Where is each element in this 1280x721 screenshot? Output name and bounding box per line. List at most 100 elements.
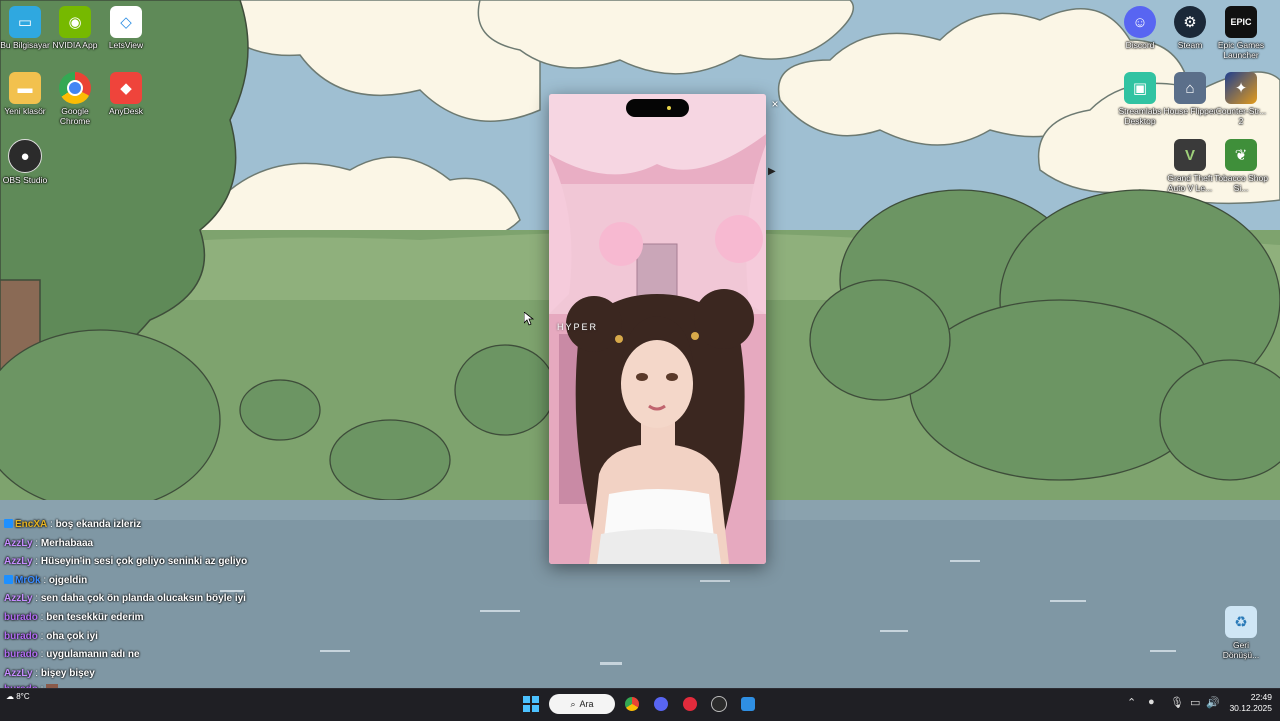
desktop-icon-streamlabs[interactable]: ▣ Streamlabs Desktop — [1113, 72, 1167, 126]
discord-icon — [654, 697, 668, 711]
tray-app-icon[interactable]: ● — [1148, 696, 1155, 708]
chat-message: AzzLy : bişey bişey — [4, 667, 95, 679]
desktop-icon-label: AnyDesk — [108, 106, 143, 116]
desktop-icon-letsview[interactable]: ◇ LetsView — [99, 6, 153, 50]
anydesk-icon: ◆ — [110, 72, 142, 104]
chrome-icon — [59, 72, 91, 104]
desktop-icon-label: Google Chrome — [59, 106, 91, 126]
network-icon[interactable]: ▭ — [1190, 696, 1200, 709]
recycle-bin-icon: ♻ — [1225, 606, 1257, 638]
chat-username: burado — [4, 630, 38, 642]
weather-widget[interactable]: ☁ 8°C — [6, 692, 30, 701]
windows-icon — [523, 696, 539, 712]
desktop-icon-label: OBS Studio — [2, 175, 48, 185]
desktop-icon-label: Discord — [1125, 40, 1155, 50]
microphone-icon[interactable]: 🎙 — [1170, 696, 1184, 709]
stream-chat-overlay: EncXA : boş ekanda izleriz AzzLy : Merha… — [4, 516, 424, 711]
desktop-icon-label: Bu Bilgisayar — [0, 40, 50, 50]
steam-icon: ⚙ — [1174, 6, 1206, 38]
chat-message: burado : oha çok iyi — [4, 630, 98, 642]
taskbar-search[interactable]: ⌕ Ara — [549, 694, 615, 714]
desktop-icon-label: Grand Theft Auto V Le... — [1167, 173, 1213, 193]
phone-mirror-window[interactable]: HYPER — [549, 94, 766, 564]
taskbar-media-app[interactable] — [679, 694, 701, 714]
chat-message: AzzLy : sen daha çok ön planda olucaksın… — [4, 593, 246, 605]
desktop-icon-obs-studio[interactable]: ● OBS Studio — [0, 139, 52, 185]
desktop-icon-new-folder[interactable]: ▬ Yeni klasör — [0, 72, 52, 116]
taskbar-letsview[interactable] — [737, 694, 759, 714]
desktop-icon-gta-v[interactable]: V Grand Theft Auto V Le... — [1163, 139, 1217, 193]
clock-date: 30.12.2025 — [1229, 703, 1272, 713]
close-window-button[interactable]: × — [768, 97, 782, 111]
chat-username: AzzLy — [4, 667, 33, 679]
chat-username: AzzLy — [4, 556, 33, 568]
app-watermark: HYPER — [557, 322, 599, 332]
taskbar-obs[interactable] — [708, 694, 730, 714]
desktop-icon-house-flipper[interactable]: ⌂ House Flipper — [1163, 72, 1217, 116]
desktop-icon-this-pc[interactable]: ▭ Bu Bilgisayar — [0, 6, 52, 50]
monitor-icon: ▭ — [9, 6, 41, 38]
desktop-icon-anydesk[interactable]: ◆ AnyDesk — [99, 72, 153, 116]
chat-message: AzzLy : Merhabaaa — [4, 537, 94, 549]
chat-username: AzzLy — [4, 537, 33, 549]
gta-icon: V — [1174, 139, 1206, 171]
chat-text: bişey bişey — [40, 667, 95, 679]
letsview-icon: ◇ — [110, 6, 142, 38]
chat-username: MrOk — [15, 574, 41, 586]
desktop-icon-label: House Flipper — [1163, 106, 1217, 116]
chat-badge-icon — [4, 519, 13, 528]
desktop-icon-label: LetsView — [108, 40, 144, 50]
folder-icon: ▬ — [9, 72, 41, 104]
chat-message: burado : uygulamanın adı ne — [4, 649, 140, 661]
nvidia-icon: ◉ — [59, 6, 91, 38]
chat-text: uygulamanın adı ne — [46, 649, 140, 661]
play-icon — [683, 697, 697, 711]
desktop-icon-label: Yeni klasör — [4, 106, 46, 116]
tobacco-shop-icon: ❦ — [1225, 139, 1257, 171]
weather-temp: 8°C — [16, 692, 30, 701]
chat-text: Hüseyin'in sesi çok geliyo seninki az ge… — [40, 556, 248, 568]
tray-overflow-chevron-icon[interactable]: ⌃ — [1127, 696, 1136, 709]
desktop-icon-counter-strike[interactable]: ✦ Counter-Str... 2 — [1214, 72, 1268, 126]
chat-username: burado — [4, 611, 38, 623]
chat-message: burado : ben tesekkür ederim — [4, 611, 144, 623]
chat-username: AzzLy — [4, 593, 33, 605]
chat-message: MrOk : ojgeldin — [4, 572, 424, 591]
desktop-icon-label: Epic Games Launcher — [1217, 40, 1265, 60]
clock-time: 22:49 — [1250, 692, 1272, 702]
chat-text: ojgeldin — [48, 574, 88, 586]
volume-icon[interactable]: 🔊 — [1206, 696, 1220, 709]
obs-icon — [711, 696, 727, 712]
taskbar-discord[interactable] — [650, 694, 672, 714]
chat-message: EncXA : boş ekanda izleriz — [4, 516, 424, 535]
desktop-icon-tobacco-shop[interactable]: ❦ Tobacco Shop Si... — [1214, 139, 1268, 193]
search-label: Ara — [579, 699, 594, 709]
chat-text: oha çok iyi — [46, 630, 98, 642]
desktop-icon-label: Tobacco Shop Si... — [1214, 173, 1268, 193]
counter-strike-icon: ✦ — [1225, 72, 1257, 104]
expand-arrow-icon[interactable]: ▶ — [768, 166, 776, 177]
desktop-icon-label: Streamlabs Desktop — [1118, 106, 1162, 126]
letsview-icon — [741, 697, 755, 711]
chat-username: burado — [4, 649, 38, 661]
taskbar-clock[interactable]: 22:49 30.12.2025 — [1222, 692, 1272, 714]
chat-text: Merhabaaa — [40, 537, 94, 549]
desktop-icon-label: Geri Dönüşü... — [1222, 640, 1260, 660]
search-icon: ⌕ — [570, 698, 576, 709]
desktop-icon-steam[interactable]: ⚙ Steam — [1163, 6, 1217, 50]
desktop-icon-discord[interactable]: ☺ Discord — [1113, 6, 1167, 50]
desktop-icon-nvidia-app[interactable]: ◉ NVIDIA App — [48, 6, 102, 50]
chat-text: sen daha çok ön planda olucaksın böyle i… — [40, 593, 246, 605]
desktop-icon-google-chrome[interactable]: Google Chrome — [48, 72, 102, 126]
chat-text: ben tesekkür ederim — [46, 611, 144, 623]
chat-text: boş ekanda izleriz — [55, 519, 142, 530]
taskbar-chrome[interactable] — [621, 694, 643, 714]
desktop-icon-epic-games[interactable]: EPIC Epic Games Launcher — [1214, 6, 1268, 60]
discord-icon: ☺ — [1124, 6, 1156, 38]
phone-notch — [626, 99, 689, 117]
desktop-icon-recycle-bin[interactable]: ♻ Geri Dönüşü... — [1214, 606, 1268, 660]
desktop-icon-label: NVIDIA App — [52, 40, 98, 50]
house-flipper-icon: ⌂ — [1174, 72, 1206, 104]
start-button[interactable] — [520, 694, 542, 714]
mouse-cursor-icon — [524, 312, 534, 326]
